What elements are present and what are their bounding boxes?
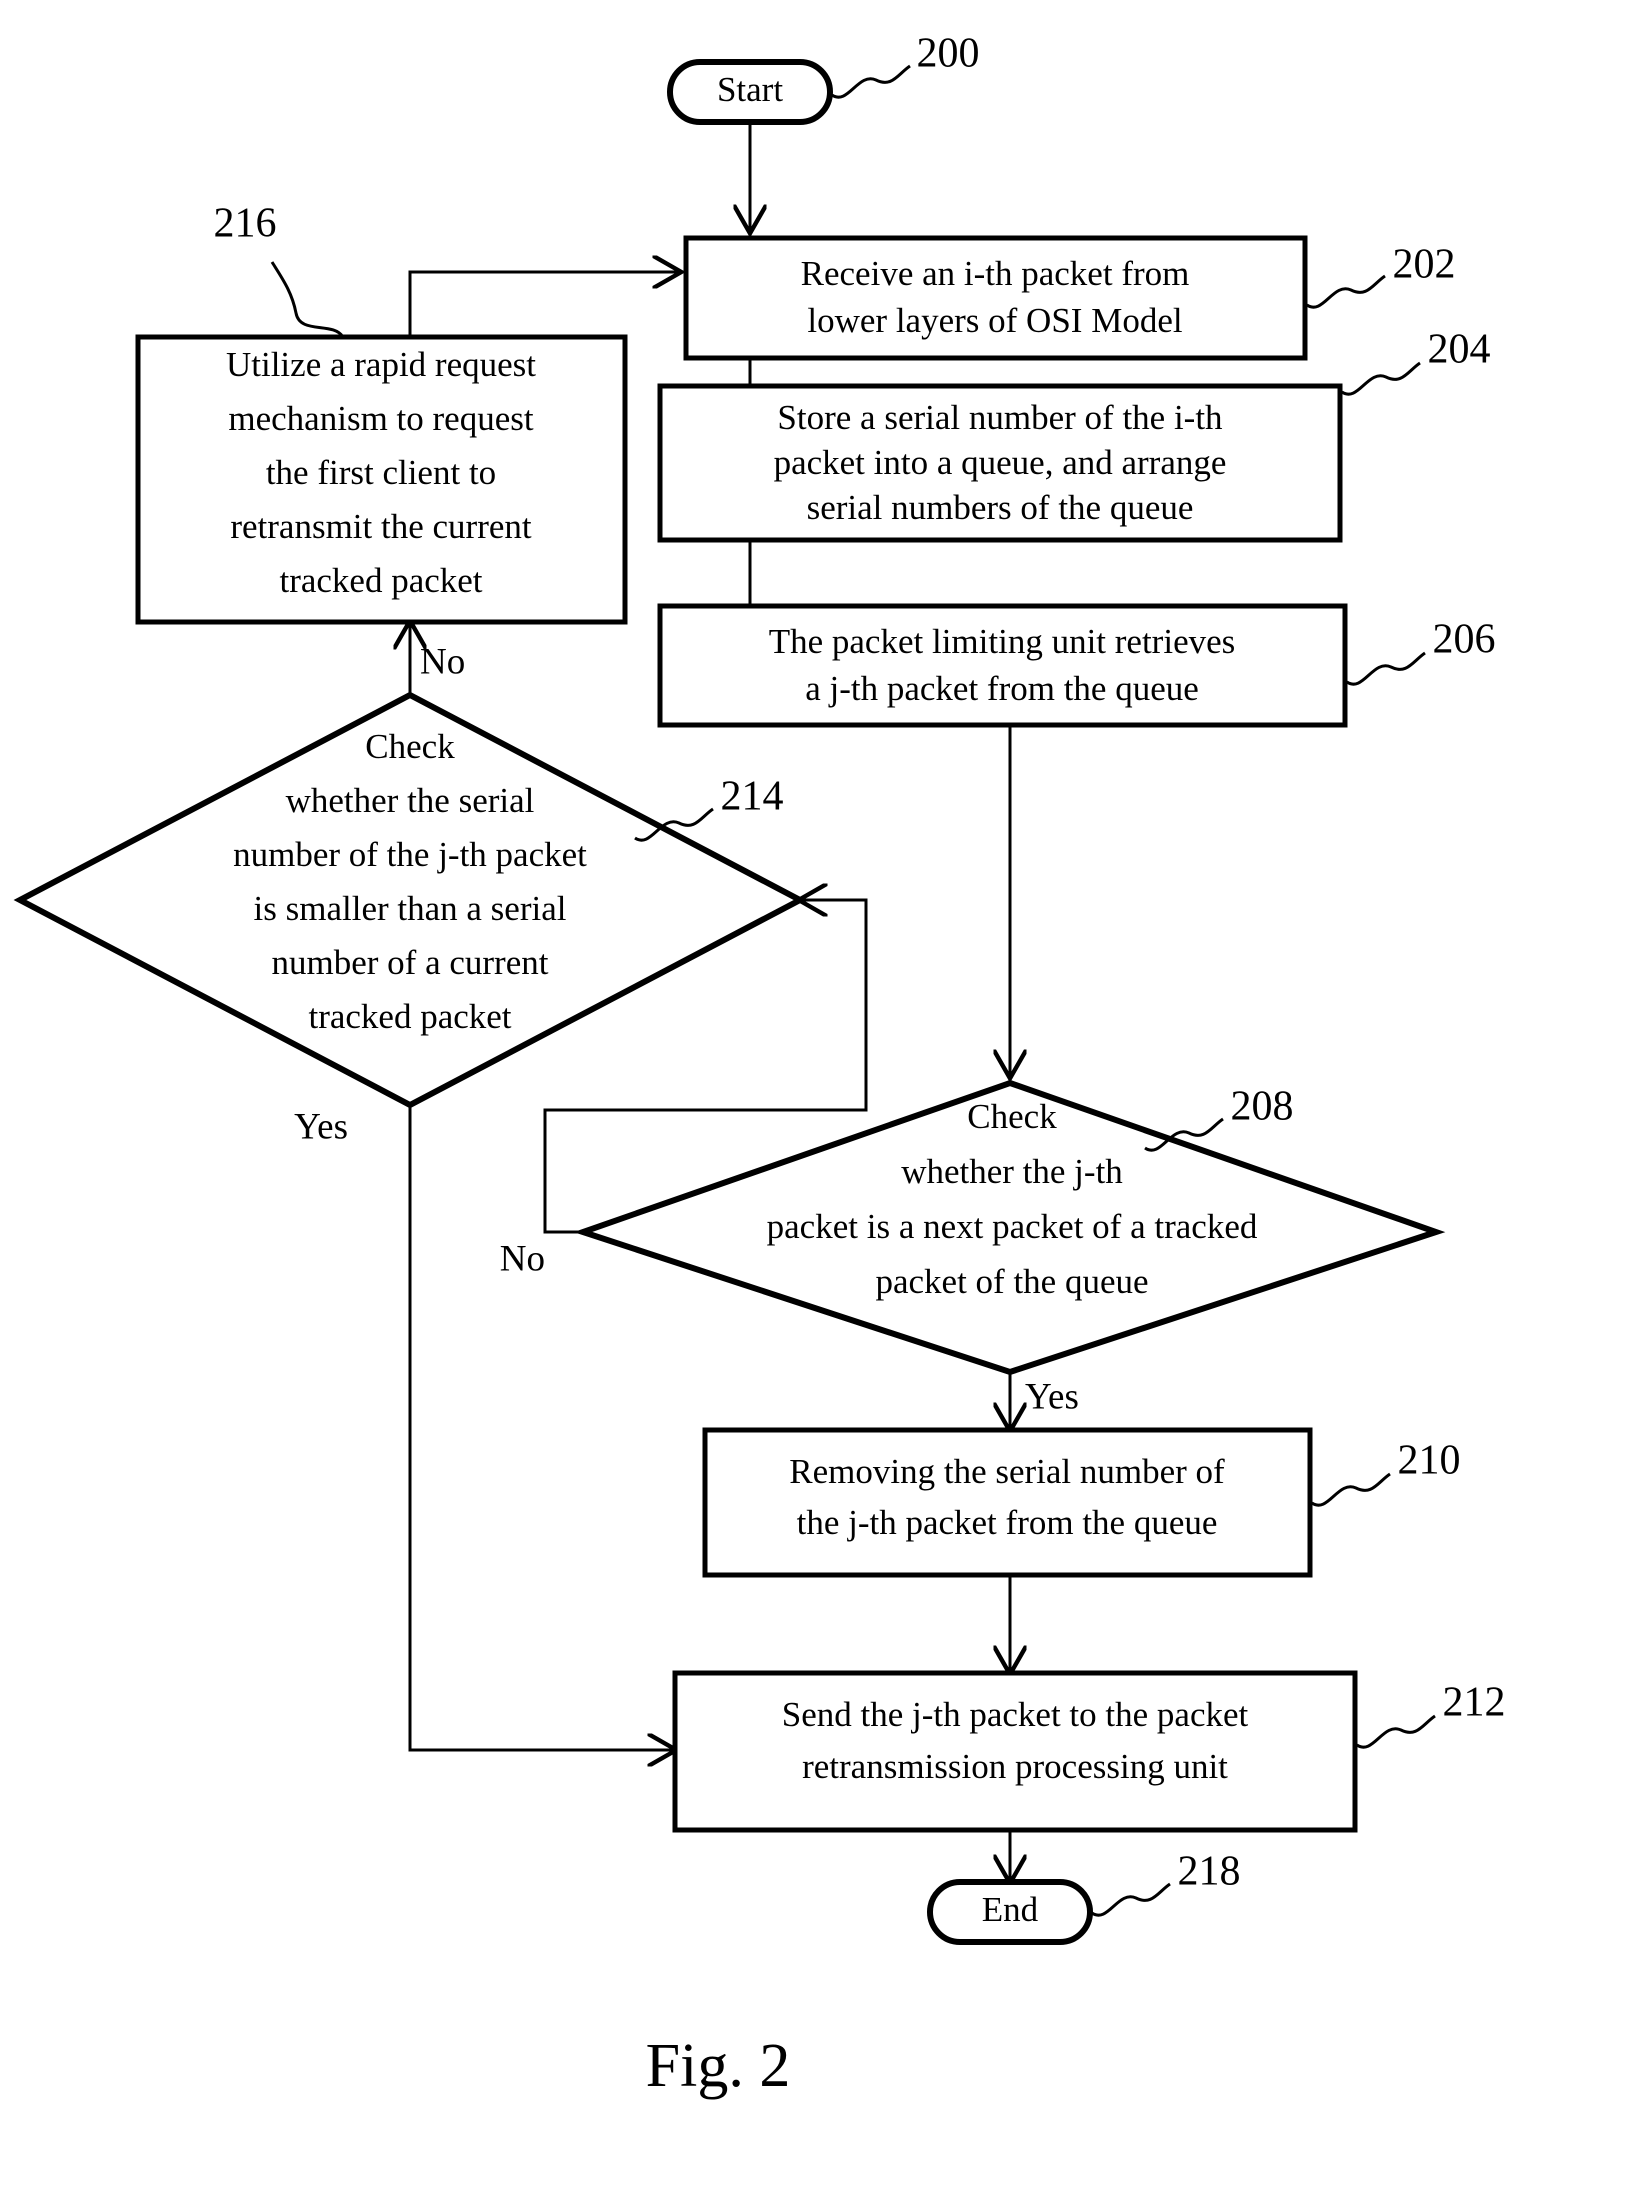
check-smaller-line-2: whether the serial xyxy=(286,781,535,820)
ref-204: 204 xyxy=(1428,327,1491,373)
store-line-1: Store a serial number of the i-th xyxy=(777,398,1223,437)
check-smaller-line-3: number of the j-th packet xyxy=(233,835,587,874)
ref-200: 200 xyxy=(917,31,980,77)
check-smaller-line-5: number of a current xyxy=(272,943,549,982)
ref-216: 216 xyxy=(214,201,277,247)
node-check-next-packet: Check whether the j-th packet is a next … xyxy=(573,1079,1446,1376)
store-line-3: serial numbers of the queue xyxy=(807,488,1194,527)
branch-label-check-next-no: No xyxy=(500,1238,545,1279)
retrieve-line-2: a j-th packet from the queue xyxy=(805,669,1199,708)
leader-218 xyxy=(1091,1882,1171,1917)
ref-212: 212 xyxy=(1443,1680,1506,1726)
leader-204 xyxy=(1341,361,1421,396)
node-remove-serial-number: Removing the serial number of the j-th p… xyxy=(702,1427,1313,1578)
remove-line-2: the j-th packet from the queue xyxy=(797,1503,1218,1542)
flowchart-svg: Start Receive an i-th packet from lower … xyxy=(13,31,1506,2100)
figure-canvas: Start Receive an i-th packet from lower … xyxy=(0,0,1642,2187)
check-next-line-4: packet of the queue xyxy=(875,1262,1148,1301)
check-next-line-2: whether the j-th xyxy=(901,1152,1123,1191)
remove-line-1: Removing the serial number of xyxy=(789,1452,1225,1491)
leader-200 xyxy=(831,64,911,99)
leader-210 xyxy=(1311,1472,1391,1507)
rapid-request-line-5: tracked packet xyxy=(279,561,482,600)
leader-202 xyxy=(1306,274,1386,309)
receive-line-1: Receive an i-th packet from xyxy=(801,254,1190,293)
branch-label-check-smaller-yes: Yes xyxy=(294,1106,348,1147)
ref-202: 202 xyxy=(1393,242,1456,288)
connector-check-smaller-yes-to-send xyxy=(408,1105,675,1750)
start-label: Start xyxy=(717,70,783,109)
receive-line-2: lower layers of OSI Model xyxy=(807,301,1182,340)
send-line-2: retransmission processing unit xyxy=(802,1747,1228,1786)
leader-212 xyxy=(1356,1714,1436,1749)
node-send-packet: Send the j-th packet to the packet retra… xyxy=(672,1670,1358,1833)
store-line-2: packet into a queue, and arrange xyxy=(774,443,1227,482)
ref-214: 214 xyxy=(721,774,784,820)
node-retrieve-packet: The packet limiting unit retrieves a j-t… xyxy=(657,603,1348,728)
check-next-line-3: packet is a next packet of a tracked xyxy=(767,1207,1258,1246)
leader-216 xyxy=(270,261,345,338)
node-rapid-request: Utilize a rapid request mechanism to req… xyxy=(135,334,628,625)
branch-label-check-next-yes: Yes xyxy=(1025,1376,1079,1417)
figure-caption: Fig. 2 xyxy=(646,2032,791,2100)
rapid-request-line-3: the first client to xyxy=(266,453,496,492)
check-next-line-1: Check xyxy=(967,1097,1057,1136)
ref-210: 210 xyxy=(1398,1438,1461,1484)
node-store-serial-number: Store a serial number of the i-th packet… xyxy=(657,383,1343,543)
ref-218: 218 xyxy=(1178,1849,1241,1895)
branch-label-check-smaller-no: No xyxy=(420,641,465,682)
check-smaller-line-4: is smaller than a serial xyxy=(254,889,567,928)
end-label: End xyxy=(982,1890,1039,1929)
node-start: Start xyxy=(667,59,833,125)
ref-208: 208 xyxy=(1231,1084,1294,1130)
rapid-request-line-4: retransmit the current xyxy=(230,507,532,546)
leader-206 xyxy=(1346,651,1426,686)
connector-rapid-request-to-receive xyxy=(408,272,680,337)
check-smaller-line-6: tracked packet xyxy=(308,997,511,1036)
rapid-request-line-1: Utilize a rapid request xyxy=(226,345,536,384)
node-check-serial-smaller: Check whether the serial number of the j… xyxy=(13,691,807,1109)
node-receive-packet: Receive an i-th packet from lower layers… xyxy=(683,235,1308,361)
node-end: End xyxy=(927,1879,1093,1945)
check-smaller-line-1: Check xyxy=(365,727,455,766)
retrieve-line-1: The packet limiting unit retrieves xyxy=(769,622,1236,661)
send-line-1: Send the j-th packet to the packet xyxy=(782,1695,1249,1734)
ref-206: 206 xyxy=(1433,617,1496,663)
rapid-request-line-2: mechanism to request xyxy=(228,399,533,438)
